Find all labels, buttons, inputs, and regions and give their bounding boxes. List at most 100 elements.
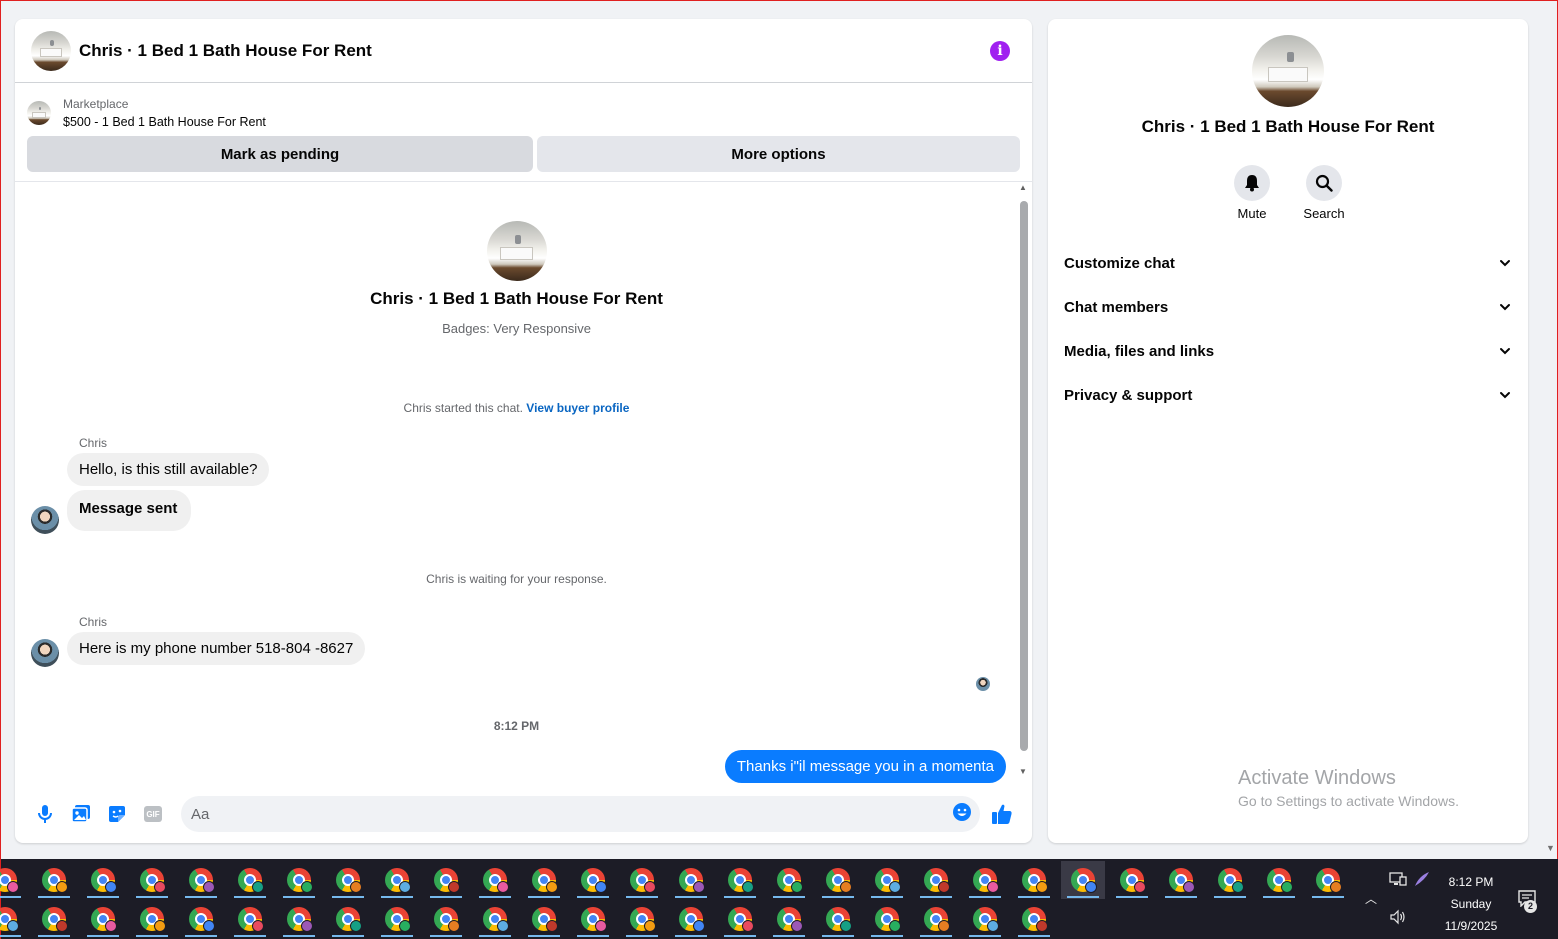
chrome-taskbar-button[interactable] xyxy=(130,900,174,938)
scroll-up-icon[interactable]: ▲ xyxy=(1019,183,1027,192)
info-avatar[interactable] xyxy=(1252,35,1324,107)
chrome-taskbar-button[interactable] xyxy=(718,861,762,899)
sticker-icon[interactable] xyxy=(99,796,135,832)
read-receipt-avatar xyxy=(976,677,990,691)
info-icon[interactable]: i xyxy=(990,40,1010,61)
chrome-taskbar-button[interactable] xyxy=(816,861,860,899)
pen-icon[interactable] xyxy=(1413,870,1431,891)
chrome-taskbar-button[interactable] xyxy=(522,861,566,899)
message-scrollbar[interactable]: ▲ ▼ xyxy=(1018,183,1028,779)
chrome-taskbar-button[interactable] xyxy=(1306,861,1350,899)
profile-badge-icon xyxy=(1036,881,1048,893)
chrome-taskbar-button[interactable] xyxy=(375,861,419,899)
chrome-taskbar-button[interactable] xyxy=(669,900,713,938)
chrome-taskbar-button[interactable] xyxy=(914,861,958,899)
search-button[interactable]: Search xyxy=(1303,165,1345,221)
profile-badge-icon xyxy=(154,881,166,893)
chrome-taskbar-button[interactable] xyxy=(326,900,370,938)
chrome-taskbar-button[interactable] xyxy=(571,861,615,899)
chrome-taskbar-button[interactable] xyxy=(81,900,125,938)
chrome-taskbar-button[interactable] xyxy=(228,900,272,938)
chrome-taskbar-button[interactable] xyxy=(620,900,664,938)
photo-icon[interactable] xyxy=(63,796,99,832)
chrome-taskbar-button[interactable] xyxy=(81,861,125,899)
chrome-taskbar-button[interactable] xyxy=(816,900,860,938)
message-bubble[interactable]: Hello, is this still available? xyxy=(67,453,270,486)
chrome-taskbar-button[interactable] xyxy=(767,900,811,938)
profile-badge-icon xyxy=(595,920,607,932)
mark-as-pending-button[interactable]: Mark as pending xyxy=(27,136,533,172)
chrome-taskbar-button[interactable] xyxy=(963,900,1007,938)
chrome-taskbar-button[interactable] xyxy=(522,900,566,938)
chrome-taskbar-button[interactable] xyxy=(375,900,419,938)
sender-avatar[interactable] xyxy=(31,506,59,534)
chrome-taskbar-button[interactable] xyxy=(32,861,76,899)
chrome-taskbar-button[interactable] xyxy=(865,900,909,938)
chrome-taskbar-button[interactable] xyxy=(277,861,321,899)
profile-badge-icon xyxy=(546,881,558,893)
microphone-icon[interactable] xyxy=(27,796,63,832)
clock[interactable]: 8:12 PM Sunday 11/9/2025 xyxy=(1443,871,1499,937)
chrome-taskbar-button[interactable] xyxy=(865,861,909,899)
mute-button[interactable]: Mute xyxy=(1234,165,1270,221)
view-buyer-profile-link[interactable]: View buyer profile xyxy=(526,401,629,415)
chrome-taskbar-button[interactable] xyxy=(228,861,272,899)
customize-chat-section[interactable]: Customize chat xyxy=(1048,241,1528,285)
chrome-taskbar-button[interactable] xyxy=(179,900,223,938)
listing-summary[interactable]: Marketplace $500 - 1 Bed 1 Bath House Fo… xyxy=(27,93,1020,133)
chrome-taskbar-button[interactable] xyxy=(473,861,517,899)
profile-badge-icon xyxy=(350,881,362,893)
taskbar: ︿ 8:12 PM Sunday 11/9/2025 2 xyxy=(0,859,1558,939)
chrome-taskbar-button[interactable] xyxy=(1208,861,1252,899)
chrome-taskbar-button[interactable] xyxy=(1061,861,1105,899)
page-scroll-down-icon[interactable]: ▼ xyxy=(1546,843,1555,853)
chrome-taskbar-button[interactable] xyxy=(0,900,27,938)
chrome-taskbar-button[interactable] xyxy=(963,861,1007,899)
chrome-taskbar-button[interactable] xyxy=(718,900,762,938)
chrome-taskbar-button[interactable] xyxy=(1110,861,1154,899)
message-input[interactable] xyxy=(191,805,952,823)
chrome-taskbar-button[interactable] xyxy=(914,900,958,938)
outgoing-message-bubble[interactable]: Thanks i"il message you in a momenta xyxy=(724,750,1006,783)
chrome-taskbar-button[interactable] xyxy=(179,861,223,899)
chrome-taskbar-button[interactable] xyxy=(1012,900,1056,938)
volume-icon[interactable] xyxy=(1389,909,1407,928)
chrome-taskbar-button[interactable] xyxy=(1257,861,1301,899)
chrome-taskbar-button[interactable] xyxy=(669,861,713,899)
more-options-button[interactable]: More options xyxy=(537,136,1020,172)
like-icon[interactable] xyxy=(984,796,1020,832)
chrome-taskbar-button[interactable] xyxy=(767,861,811,899)
mute-label: Mute xyxy=(1237,206,1267,221)
show-hidden-icons-icon[interactable]: ︿ xyxy=(1365,890,1377,907)
chrome-taskbar-button[interactable] xyxy=(424,861,468,899)
chrome-taskbar-button[interactable] xyxy=(424,900,468,938)
chat-members-section[interactable]: Chat members xyxy=(1048,285,1528,329)
chrome-taskbar-button[interactable] xyxy=(130,861,174,899)
chrome-taskbar-button[interactable] xyxy=(1159,861,1203,899)
chrome-taskbar-button[interactable] xyxy=(32,900,76,938)
gif-icon[interactable]: GIF xyxy=(135,796,171,832)
chrome-taskbar-button[interactable] xyxy=(326,861,370,899)
media-files-links-section[interactable]: Media, files and links xyxy=(1048,329,1528,373)
sender-avatar[interactable] xyxy=(31,639,59,667)
network-icon[interactable] xyxy=(1389,871,1407,890)
scroll-down-icon[interactable]: ▼ xyxy=(1019,767,1027,776)
search-icon[interactable] xyxy=(1306,165,1342,201)
message-input-box[interactable] xyxy=(181,796,980,832)
scroll-thumb[interactable] xyxy=(1020,201,1028,751)
listing-avatar[interactable] xyxy=(31,30,71,71)
chrome-taskbar-button[interactable] xyxy=(0,861,27,899)
message-bubble[interactable]: Here is my phone number 518-804 -8627 xyxy=(67,632,366,665)
chrome-taskbar-button[interactable] xyxy=(473,900,517,938)
chat-title[interactable]: Chris · 1 Bed 1 Bath House For Rent xyxy=(79,41,990,61)
privacy-support-section[interactable]: Privacy & support xyxy=(1048,373,1528,417)
intro-avatar[interactable] xyxy=(486,221,547,281)
chat-started-note: Chris started this chat. View buyer prof… xyxy=(15,401,1018,415)
chrome-taskbar-button[interactable] xyxy=(620,861,664,899)
bell-icon[interactable] xyxy=(1234,165,1270,201)
chrome-taskbar-button[interactable] xyxy=(277,900,321,938)
message-bubble[interactable]: Message sent xyxy=(67,490,192,531)
chrome-taskbar-button[interactable] xyxy=(1012,861,1056,899)
chrome-taskbar-button[interactable] xyxy=(571,900,615,938)
emoji-icon[interactable] xyxy=(952,802,972,827)
